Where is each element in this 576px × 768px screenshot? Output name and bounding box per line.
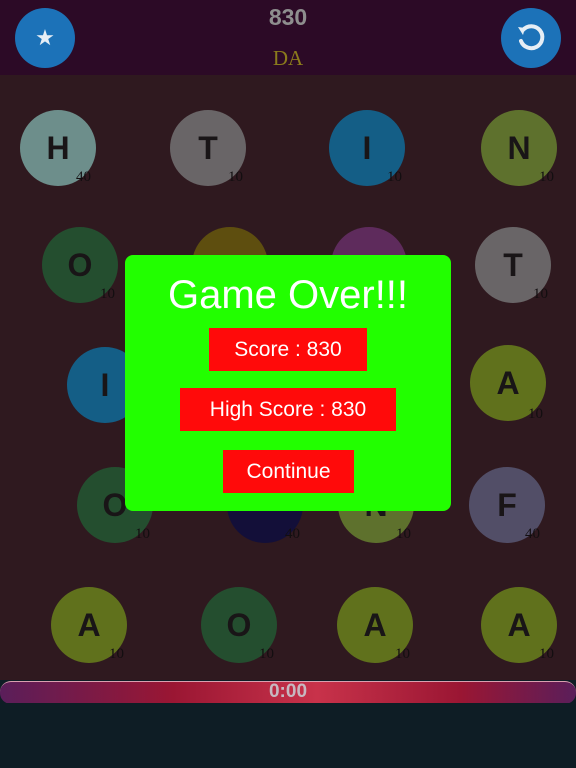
current-word: DA xyxy=(272,46,304,70)
top-bar: ★ 830 DA xyxy=(0,0,576,75)
high-score-button[interactable]: High Score : 830 xyxy=(180,388,396,431)
undo-button[interactable] xyxy=(501,8,561,68)
header-score: 830 xyxy=(268,4,308,30)
undo-icon xyxy=(518,24,545,51)
continue-button[interactable]: Continue xyxy=(223,450,354,493)
score-button[interactable]: Score : 830 xyxy=(209,328,367,371)
timer-text: 0:00 xyxy=(268,681,308,702)
dialog-title: Game Over!!! xyxy=(167,273,409,317)
game-over-dialog: Game Over!!! Score : 830 High Score : 83… xyxy=(125,255,451,511)
footer xyxy=(0,703,576,768)
